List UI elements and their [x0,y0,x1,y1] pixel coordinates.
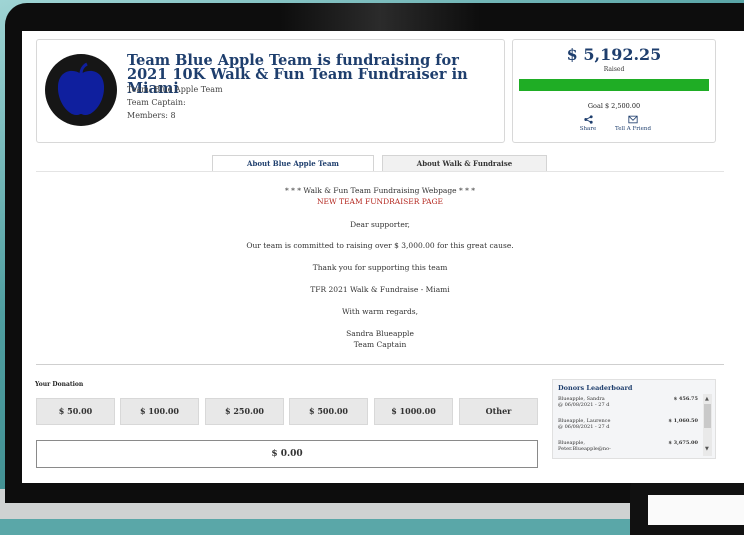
bezel-glare [280,3,480,33]
donate-250-button[interactable]: $ 250.00 [205,398,284,425]
about-subheading: NEW TEAM FUNDRAISER PAGE [316,197,444,206]
goal-amount: Goal $ 2,500.00 [587,102,641,110]
about-event: TFR 2021 Walk & Fundraise - Miami [310,285,450,294]
donation-amount-input[interactable]: $ 0.00 [36,440,538,468]
raised-label: Raised [603,66,625,73]
webpage-screen: Team Blue Apple Team is fundraising for … [22,31,744,483]
raised-card: $ 5,192.25 Raised Goal $ 2,500.00 Share … [512,39,716,143]
about-regards: With warm regards, [341,307,419,316]
about-thanks: Thank you for supporting this team [312,263,448,272]
campaign-card: Team Blue Apple Team is fundraising for … [36,39,505,143]
donate-1000-button[interactable]: $ 1000.00 [374,398,453,425]
donor-amount: $ 3,675.00 [668,440,698,446]
progress-bar [519,79,709,91]
team-captain: Team Captain: [127,98,186,107]
team-avatar [45,54,117,126]
leaderboard-title: Donors Leaderboard [558,384,633,392]
envelope-icon [628,115,638,124]
donor-date: Peter.Blueapple@no- [558,446,611,452]
share-button[interactable]: Share [573,115,603,132]
scrollbar-thumb[interactable] [704,404,711,428]
donate-500-button[interactable]: $ 500.00 [289,398,368,425]
donor-amount: $ 1,060.50 [668,418,698,424]
donor-date: @ 06/08/2021 - 27 d [558,424,610,430]
scroll-up-icon[interactable]: ▲ [705,396,709,402]
your-donation-label: Your Donation [35,381,84,388]
leaderboard-scrollbar[interactable]: ▲ ▼ [703,394,712,456]
about-signer: Sandra Blueapple [346,329,414,338]
members-count: Members: 8 [127,111,176,120]
tell-a-friend-button[interactable]: Tell A Friend [611,115,655,132]
about-greeting: Dear supporter, [350,220,410,229]
blue-apple-icon [57,62,105,116]
section-divider [36,364,724,365]
second-device-screen [648,495,744,525]
scroll-down-icon[interactable]: ▼ [705,446,709,452]
about-heading: * * * Walk & Fun Team Fundraising Webpag… [284,186,476,195]
donate-50-button[interactable]: $ 50.00 [36,398,115,425]
tell-a-friend-label: Tell A Friend [614,126,651,132]
donor-date: @ 06/08/2021 - 27 d [558,402,610,408]
progress-fill [519,79,709,91]
share-icon [583,115,593,124]
donate-100-button[interactable]: $ 100.00 [120,398,199,425]
tab-about-team[interactable]: About Blue Apple Team [212,155,374,172]
team-name: Team: Blue Apple Team [127,85,223,94]
share-label: Share [579,126,597,132]
donors-leaderboard: Donors Leaderboard Blueapple, Sandra @ 06… [552,379,716,459]
tab-about-event[interactable]: About Walk & Fundraise [382,155,547,172]
about-goal-line: Our team is committed to raising over $ … [246,241,514,250]
tab-divider [36,171,724,172]
donate-other-button[interactable]: Other [459,398,538,425]
about-signer-role: Team Captain [353,340,407,349]
raised-amount: $ 5,192.25 [566,45,662,64]
donor-amount: $ 456.75 [673,396,698,402]
